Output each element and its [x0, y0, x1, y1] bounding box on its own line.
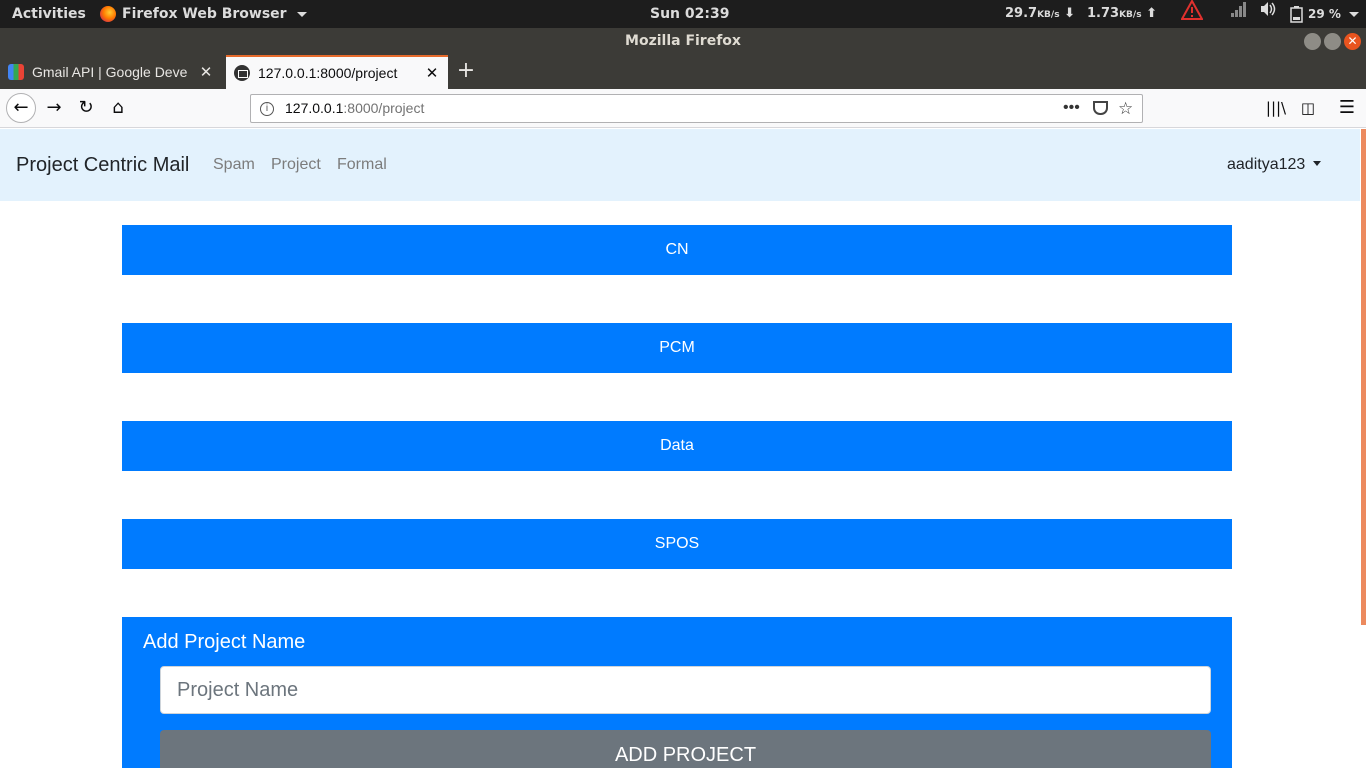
chevron-down-icon [1313, 161, 1322, 166]
maximize-button[interactable] [1324, 33, 1341, 50]
scrollbar-thumb[interactable] [1361, 129, 1366, 625]
tab-title: 127.0.0.1:8000/project [258, 65, 398, 81]
url-text[interactable]: 127.0.0.1:8000/project [285, 95, 424, 122]
url-path: :8000/project [343, 100, 425, 116]
project-button-spos[interactable]: SPOS [122, 519, 1232, 569]
window-titlebar: Mozilla Firefox ✕ [0, 28, 1366, 55]
navigation-toolbar: ← → ↻ ⌂ i 127.0.0.1:8000/project ••• ☆ |… [0, 89, 1366, 128]
page-viewport: Project Centric Mail Spam Project Formal… [0, 129, 1366, 768]
arrow-up-icon: ⬆ [1146, 6, 1157, 21]
info-icon[interactable]: i [260, 102, 274, 116]
project-button-data[interactable]: Data [122, 421, 1232, 471]
site-navbar: Project Centric Mail Spam Project Formal… [0, 129, 1360, 201]
battery-indicator[interactable]: 29 % [1290, 0, 1359, 28]
nav-link-formal[interactable]: Formal [337, 129, 387, 201]
app-menu-label: Firefox Web Browser [122, 6, 287, 22]
forward-button[interactable]: → [40, 94, 68, 122]
activities-button[interactable]: Activities [12, 0, 86, 28]
firefox-icon [100, 6, 116, 22]
google-developers-icon [8, 64, 24, 80]
close-tab-icon[interactable]: ✕ [196, 63, 216, 81]
minimize-button[interactable] [1304, 33, 1321, 50]
project-button-cn[interactable]: CN [122, 225, 1232, 275]
net-up-value: 1.73 [1087, 6, 1120, 21]
page-actions-icon[interactable]: ••• [1063, 95, 1080, 120]
net-down-value: 29.7 [1005, 6, 1038, 21]
tab-title: Gmail API | Google Deve [32, 64, 188, 80]
warning-icon[interactable] [1180, 0, 1204, 28]
tab-project[interactable]: 127.0.0.1:8000/project ✕ [226, 55, 448, 89]
chevron-down-icon [1348, 11, 1359, 17]
nav-link-spam[interactable]: Spam [213, 129, 255, 201]
window-title: Mozilla Firefox [625, 33, 741, 49]
close-window-button[interactable]: ✕ [1344, 33, 1361, 50]
back-button[interactable]: ← [6, 93, 36, 123]
reload-button[interactable]: ↻ [72, 94, 100, 122]
tab-gmail-api[interactable]: Gmail API | Google Deve ✕ [0, 55, 222, 89]
user-dropdown[interactable]: aaditya123 [1227, 129, 1322, 201]
net-down-unit: KB/s [1037, 10, 1060, 20]
home-button[interactable]: ⌂ [104, 94, 132, 122]
network-download-rate: 29.7KB/s ⬇ [1005, 0, 1075, 28]
url-host: 127.0.0.1 [285, 100, 344, 116]
hamburger-menu-icon[interactable]: ☰ [1333, 94, 1361, 122]
mail-icon [234, 65, 250, 81]
app-menu[interactable]: Firefox Web Browser [100, 0, 307, 28]
close-tab-icon[interactable]: ✕ [422, 64, 442, 82]
add-project-form: Add Project Name ADD PROJECT [122, 617, 1232, 768]
network-upload-rate: 1.73KB/s ⬆ [1087, 0, 1157, 28]
battery-icon [1290, 6, 1303, 23]
add-project-title: Add Project Name [143, 631, 306, 653]
url-bar[interactable]: i 127.0.0.1:8000/project ••• ☆ [250, 94, 1143, 123]
project-button-pcm[interactable]: PCM [122, 323, 1232, 373]
wifi-signal-icon[interactable] [1230, 0, 1248, 28]
clock[interactable]: Sun 02:39 [650, 0, 729, 28]
volume-icon[interactable] [1259, 0, 1277, 28]
nav-link-project[interactable]: Project [271, 129, 321, 201]
project-name-input[interactable] [160, 666, 1211, 714]
battery-percent: 29 % [1308, 7, 1341, 21]
add-project-button[interactable]: ADD PROJECT [160, 730, 1211, 768]
bookmark-star-icon[interactable]: ☆ [1118, 95, 1133, 122]
sidebar-icon[interactable]: ◫ [1294, 94, 1322, 122]
library-icon[interactable]: |||\ [1262, 94, 1290, 122]
new-tab-button[interactable]: + [456, 55, 476, 89]
chevron-down-icon [296, 11, 307, 17]
arrow-down-icon: ⬇ [1064, 6, 1075, 21]
net-up-unit: KB/s [1119, 10, 1142, 20]
tab-strip: Gmail API | Google Deve ✕ 127.0.0.1:8000… [0, 55, 1366, 89]
pocket-icon[interactable] [1093, 101, 1108, 115]
username: aaditya123 [1227, 156, 1306, 173]
site-brand[interactable]: Project Centric Mail [16, 129, 189, 201]
system-top-bar: Activities Firefox Web Browser Sun 02:39… [0, 0, 1366, 28]
